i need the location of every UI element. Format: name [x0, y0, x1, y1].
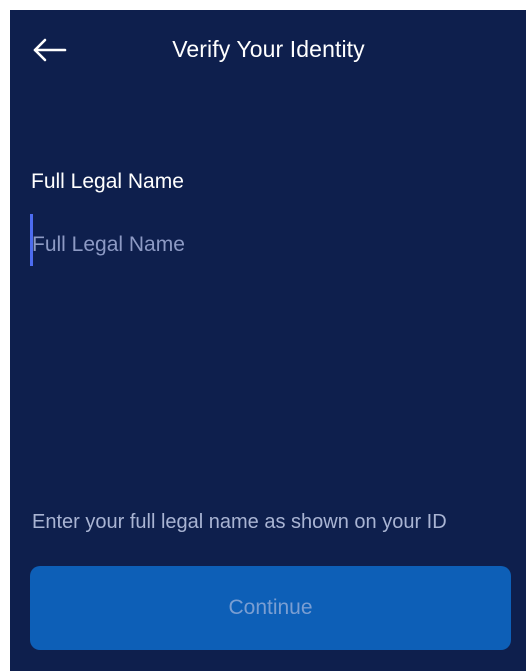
verify-identity-screen: Verify Your Identity Full Legal Name Ent…	[10, 10, 526, 671]
text-cursor	[30, 214, 33, 266]
full-legal-name-input[interactable]	[30, 220, 492, 270]
helper-text: Enter your full legal name as shown on y…	[32, 511, 447, 533]
header: Verify Your Identity	[10, 10, 526, 88]
page-title: Verify Your Identity	[172, 36, 365, 62]
full-legal-name-label: Full Legal Name	[31, 170, 184, 193]
continue-button[interactable]: Continue	[30, 566, 511, 650]
